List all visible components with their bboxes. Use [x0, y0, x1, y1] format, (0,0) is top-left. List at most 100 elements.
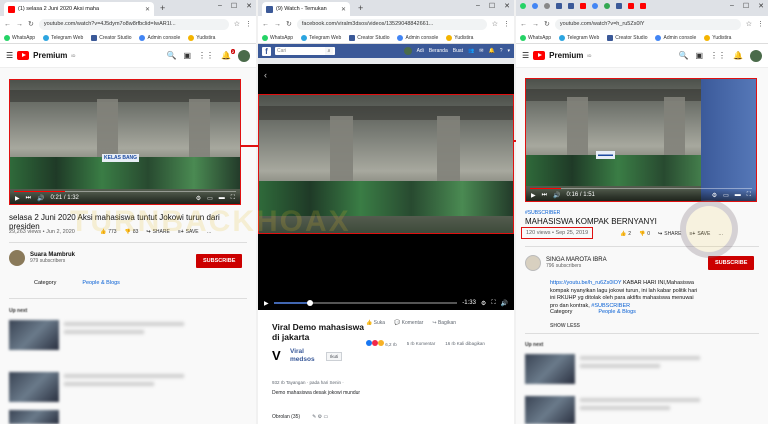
share-button[interactable]: ↪ Bagikan [432, 320, 456, 326]
search-icon[interactable]: 🔍 [167, 51, 177, 60]
reload-icon[interactable]: ↻ [28, 20, 34, 28]
fullscreen-icon[interactable]: ⛶ [491, 300, 495, 307]
menu-icon[interactable]: ⋮ [757, 20, 764, 28]
bookmark-yudistira[interactable]: Yudistira [704, 34, 731, 41]
apps-icon[interactable]: ⋮⋮ [710, 51, 726, 60]
back-arrow-icon[interactable]: ‹ [264, 70, 267, 80]
facebook-video-player[interactable]: ‹ ▶ -1:33 ⚙ ⛶ 🔊 [258, 64, 514, 310]
volume-icon[interactable]: 🔊 [37, 195, 44, 202]
description-hashtag[interactable]: #SUBSCRIBER [591, 303, 630, 309]
close-tab-icon[interactable]: ✕ [341, 6, 346, 13]
bookmark-telegram[interactable]: Telegram Web [43, 34, 83, 41]
play-icon[interactable]: ▶ [15, 195, 20, 202]
like-button[interactable]: 👍 2 [620, 231, 631, 237]
upload-icon[interactable]: ▣ [183, 51, 191, 60]
play-icon[interactable]: ▶ [531, 192, 536, 199]
forward-icon[interactable]: → [532, 21, 539, 28]
volume-icon[interactable]: 🔊 [553, 192, 560, 199]
hamburger-icon[interactable]: ☰ [522, 51, 529, 60]
new-tab-icon[interactable]: + [160, 3, 165, 13]
youtube-logo-icon[interactable] [533, 51, 546, 60]
facebook-tab-icon[interactable] [556, 3, 562, 9]
url-field[interactable]: facebook.com/viralm3dsos/videos/13529048… [296, 18, 487, 30]
back-icon[interactable]: ← [262, 21, 269, 28]
play-icon[interactable]: ▶ [264, 300, 269, 307]
reaction-count[interactable]: 6,2 rb [366, 340, 397, 347]
chrome-tab-icon[interactable] [532, 3, 538, 9]
search-icon[interactable]: ⌕ [325, 47, 333, 55]
close-window-icon[interactable]: ✕ [758, 2, 764, 10]
nav-create[interactable]: Buat [453, 48, 463, 54]
maximize-icon[interactable]: ☐ [489, 2, 495, 10]
page-logo-icon[interactable]: V [272, 349, 284, 363]
notifications-icon[interactable]: 🔔 [488, 48, 494, 54]
bookmark-admin-console[interactable]: Admin console [655, 34, 696, 41]
new-tab-icon[interactable]: + [358, 3, 363, 13]
youtube-tab-icon[interactable] [580, 3, 586, 9]
next-icon[interactable]: ⏭ [26, 195, 31, 202]
hamburger-icon[interactable]: ☰ [6, 51, 13, 60]
follow-button[interactable]: Ikuti [326, 351, 343, 361]
minimize-icon[interactable]: – [476, 2, 480, 10]
page-name[interactable]: Viral medsos [290, 348, 320, 364]
help-icon[interactable]: ? [500, 48, 503, 54]
minimize-icon[interactable]: – [730, 2, 734, 10]
messenger-icon[interactable]: ✉ [479, 48, 483, 54]
up-next-thumbnail[interactable] [9, 320, 59, 350]
up-next-thumbnail[interactable] [525, 396, 575, 424]
settings-icon[interactable]: ⚙ [712, 192, 717, 199]
show-less-button[interactable]: SHOW LESS [550, 323, 580, 329]
facebook-tab-icon[interactable] [616, 3, 622, 9]
miniplayer-icon[interactable]: ▭ [207, 195, 213, 202]
theater-icon[interactable]: ▬ [735, 192, 741, 199]
back-icon[interactable]: ← [520, 21, 527, 28]
fullscreen-icon[interactable]: ⛶ [231, 195, 235, 202]
upload-icon[interactable]: ▣ [695, 51, 703, 60]
subscribe-button[interactable]: SUBSCRIBE [708, 256, 755, 270]
miniplayer-icon[interactable]: ▭ [723, 192, 729, 199]
theater-icon[interactable]: ▬ [219, 195, 225, 202]
comment-count[interactable]: 5 rb Komentar [407, 341, 436, 346]
back-icon[interactable]: ← [4, 21, 11, 28]
channel-avatar[interactable] [525, 255, 541, 271]
minimize-icon[interactable]: – [218, 2, 222, 10]
description-link[interactable]: https://youtu.be/h_ru6Zs0lOY [550, 280, 621, 286]
comment-button[interactable]: 💬 Komentar [394, 320, 423, 326]
youtube-tab-icon[interactable] [640, 3, 646, 9]
next-icon[interactable]: ⏭ [542, 192, 547, 199]
profile-avatar[interactable] [403, 47, 412, 55]
up-next-thumbnail[interactable] [525, 354, 575, 384]
maximize-icon[interactable]: ☐ [743, 2, 749, 10]
browser-tab[interactable]: (9) Watch - Temukan ✕ [262, 2, 350, 16]
share-button[interactable]: ↪ SHARE [658, 231, 681, 237]
url-field[interactable]: youtube.com/watch?v=4J5dym7o8w8rfbclid=I… [38, 18, 229, 30]
url-field[interactable]: youtube.com/watch?v=h_ru5Zs0lY [554, 18, 741, 30]
browser-tab[interactable]: (1) selasa 2 Juni 2020 Aksi maha ✕ [4, 2, 154, 16]
hashtag-link[interactable]: #SUBSCRIBER [525, 210, 560, 216]
close-tab-icon[interactable]: ✕ [145, 6, 150, 13]
bell-icon[interactable]: 🔔 [733, 51, 743, 60]
star-icon[interactable]: ☆ [492, 20, 498, 28]
facebook-logo-icon[interactable]: f [262, 46, 271, 56]
facebook-tab-icon[interactable] [568, 3, 574, 9]
fullscreen-icon[interactable]: ⛶ [747, 192, 751, 199]
bookmark-whatsapp[interactable]: WhatsApp [520, 34, 551, 41]
forward-icon[interactable]: → [16, 21, 23, 28]
google-tab-icon[interactable] [592, 3, 598, 9]
dropdown-icon[interactable]: ▾ [507, 48, 510, 54]
channel-avatar[interactable] [9, 250, 25, 266]
bookmark-creator-studio[interactable]: Creator Studio [607, 34, 647, 41]
settings-icon[interactable]: ⚙ [481, 300, 486, 307]
bookmark-whatsapp[interactable]: WhatsApp [4, 34, 35, 41]
whatsapp-tab-icon[interactable] [520, 3, 526, 9]
category-link[interactable]: People & Blogs [82, 280, 120, 286]
nav-home[interactable]: Beranda [429, 48, 448, 54]
close-window-icon[interactable]: ✕ [246, 2, 252, 10]
bookmark-whatsapp[interactable]: WhatsApp [262, 34, 293, 41]
bookmark-telegram[interactable]: Telegram Web [559, 34, 599, 41]
up-next-thumbnail[interactable] [9, 372, 59, 402]
apps-icon[interactable]: ⋮⋮ [198, 51, 214, 60]
settings-icon[interactable]: ⚙ [196, 195, 201, 202]
bell-icon[interactable]: 🔔 2 [221, 49, 235, 60]
progress-bar[interactable] [273, 300, 458, 306]
